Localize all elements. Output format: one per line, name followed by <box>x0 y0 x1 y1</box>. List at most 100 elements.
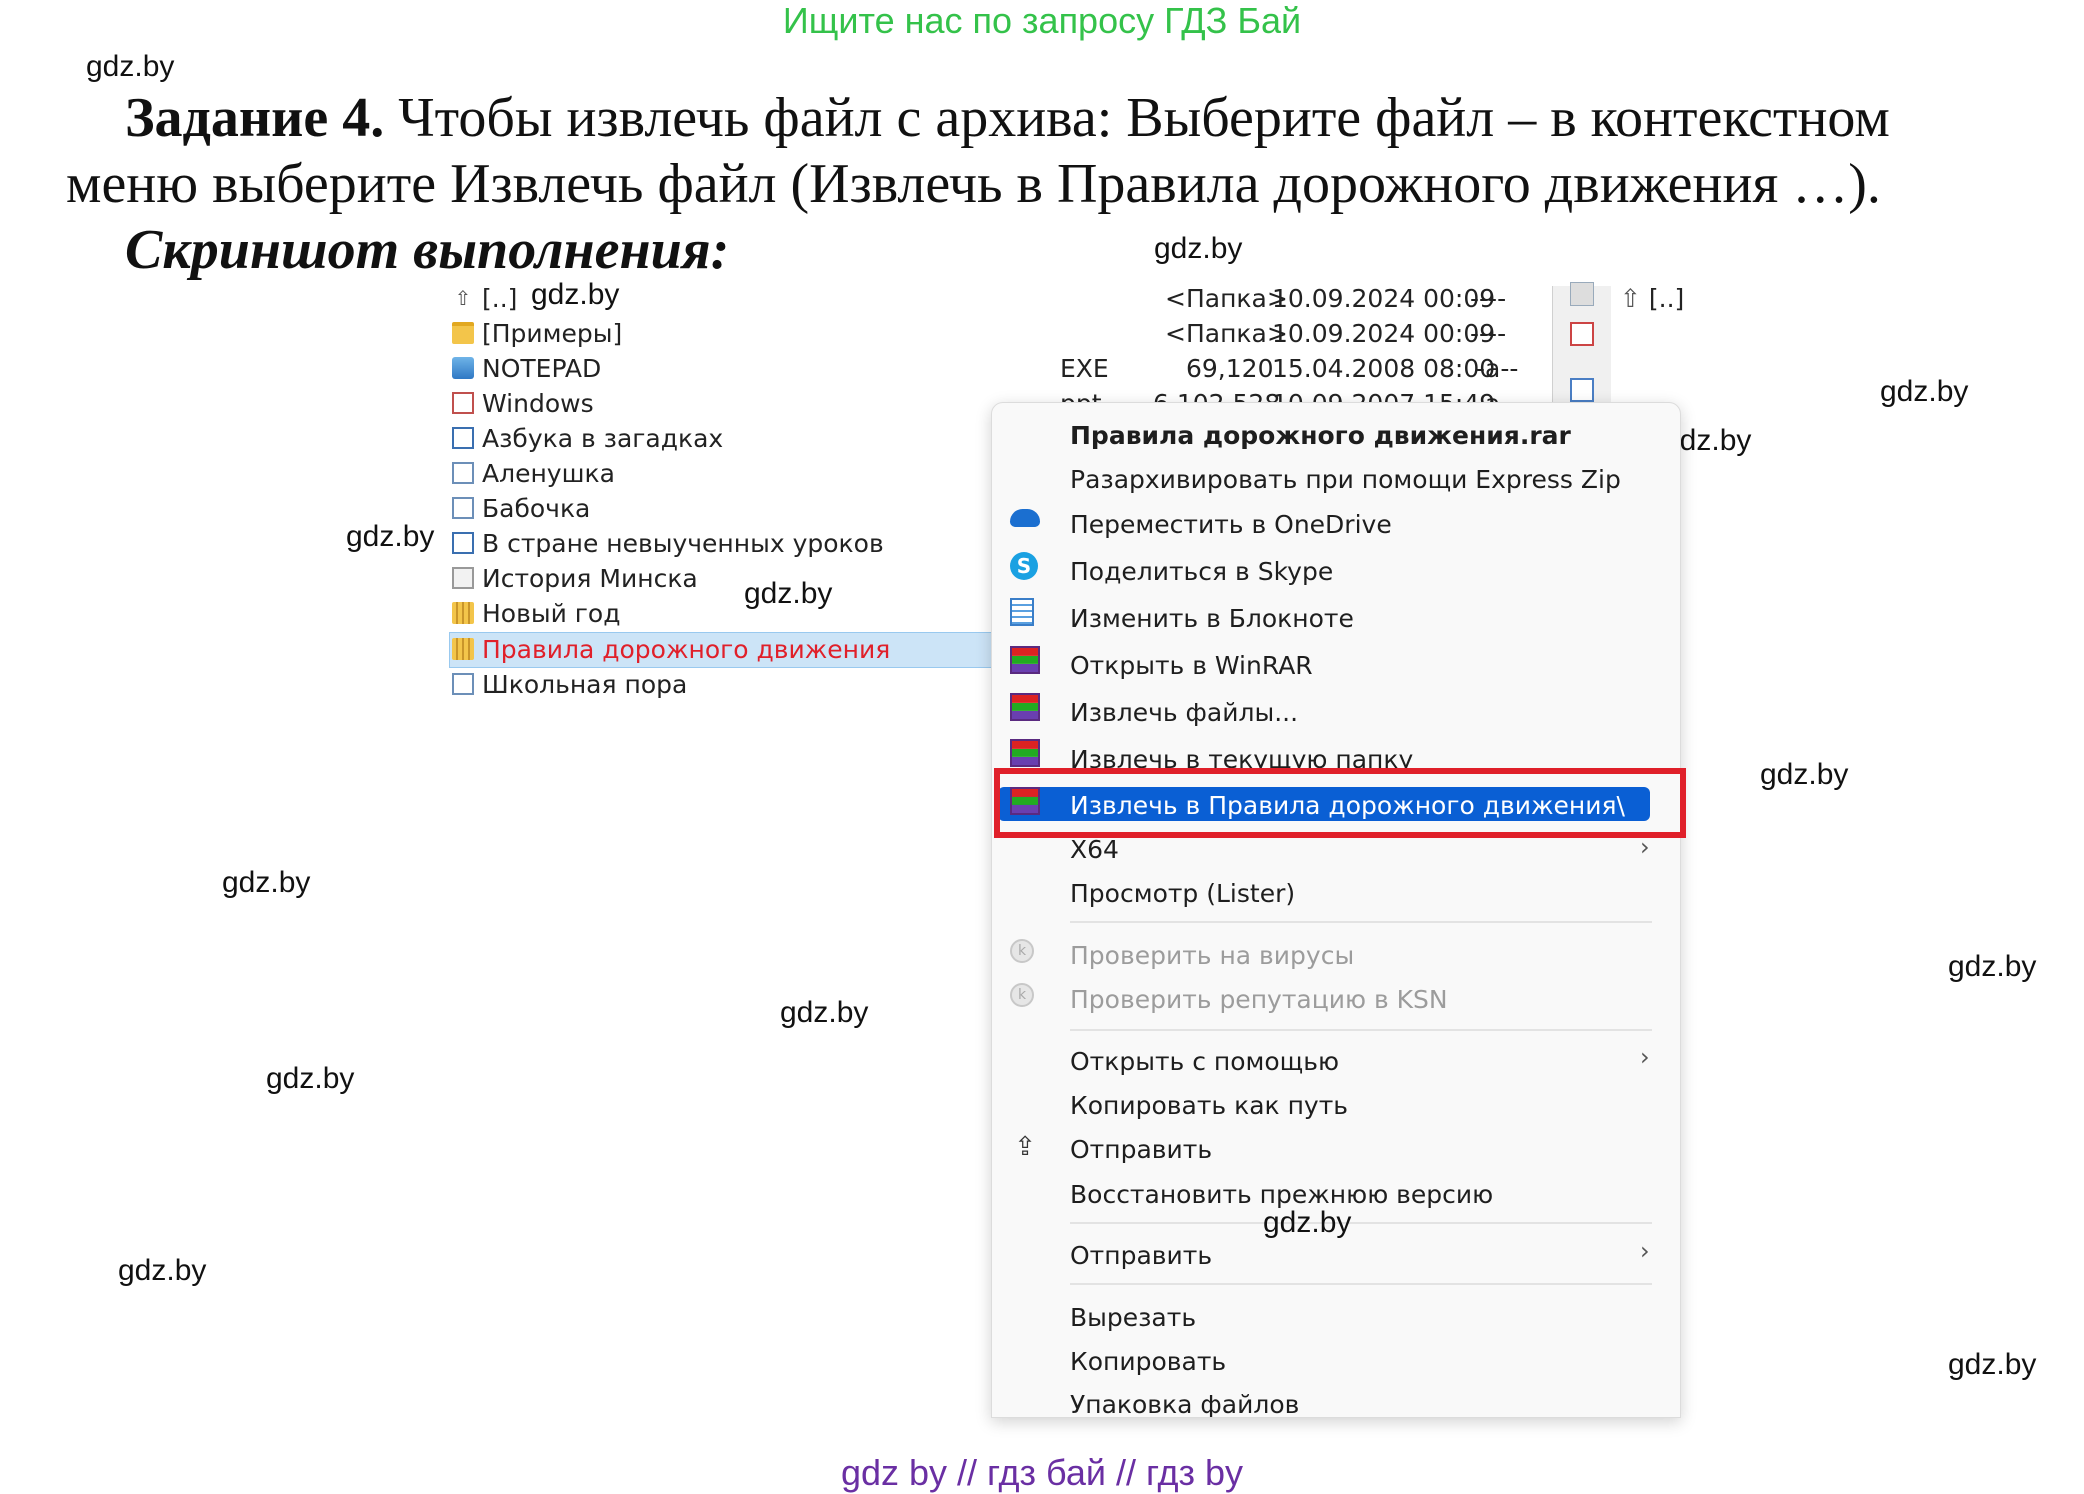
menu-item-send-to[interactable]: Отправить <box>1070 1241 1212 1270</box>
task-text-line1: Задание 4. Чтобы извлечь файл с архива: … <box>125 86 1890 150</box>
edit-file-icon[interactable] <box>1570 322 1594 346</box>
file-name: Школьная пора <box>482 669 688 699</box>
chevron-right-icon: › <box>1640 1043 1650 1071</box>
toolbar-icon[interactable] <box>1570 282 1594 306</box>
watermark: gdz.by <box>1880 375 1969 408</box>
watermark: gdz.by <box>118 1254 207 1287</box>
up-label: [..] <box>1648 284 1685 313</box>
menu-item-open-winrar[interactable]: Открыть в WinRAR <box>1070 651 1313 680</box>
menu-item-extract-files[interactable]: Извлечь файлы... <box>1070 698 1298 727</box>
winrar-icon <box>1010 739 1040 767</box>
notepad-icon <box>1010 598 1034 626</box>
file-name: В стране невыученных уроков <box>482 528 884 558</box>
document-icon <box>452 673 474 695</box>
footer-text: gdz by // гдз бай // гдз by <box>840 1452 1244 1493</box>
date-cell: 10.09.2024 00:09 <box>1272 284 1496 313</box>
file-name: Азбука в загадках <box>482 423 724 453</box>
attr-cell: ---- <box>1470 319 1507 348</box>
file-name: Бабочка <box>482 493 591 523</box>
watermark: gdz.by <box>780 996 869 1029</box>
size-cell: 69,120 <box>1186 354 1274 383</box>
document-icon <box>452 392 474 414</box>
file-name: [Примеры] <box>482 318 623 348</box>
kaspersky-icon: k <box>1010 939 1034 963</box>
file-row[interactable]: В стране невыученных уроков <box>452 526 884 560</box>
winrar-icon <box>1010 693 1040 721</box>
menu-item-share[interactable]: Отправить <box>1070 1135 1212 1164</box>
menu-item-lister[interactable]: Просмотр (Lister) <box>1070 879 1295 908</box>
menu-item-skype[interactable]: Поделиться в Skype <box>1070 557 1333 586</box>
file-name: Правила дорожного движения <box>482 634 891 664</box>
kaspersky-icon: k <box>1010 983 1034 1007</box>
attr-cell: -a-- <box>1476 354 1519 383</box>
file-row[interactable]: Windows <box>452 386 594 420</box>
date-cell: 10.09.2024 00:09 <box>1272 319 1496 348</box>
watermark: gdz.by <box>346 520 435 553</box>
watermark: gdz.by <box>86 50 175 83</box>
menu-separator <box>1070 1029 1652 1031</box>
up-icon: ⇧ <box>454 286 472 310</box>
document-icon <box>452 427 474 449</box>
document-icon <box>452 532 474 554</box>
file-row[interactable]: Бабочка <box>452 491 590 525</box>
menu-item-pack[interactable]: Упаковка файлов <box>1070 1390 1299 1417</box>
winrar-icon <box>1010 646 1040 674</box>
task-text: Чтобы извлечь файл с архива: Выберите фа… <box>398 87 1890 149</box>
top-banner: Ищите нас по запросу ГДЗ Бай <box>782 0 1302 41</box>
skype-icon: S <box>1010 552 1038 580</box>
menu-separator <box>1070 921 1652 923</box>
watermark: gdz.by <box>1760 758 1849 791</box>
file-row-selected[interactable]: Правила дорожного движения <box>452 632 890 666</box>
watermark: gdz.by <box>744 577 833 610</box>
copy-file-icon[interactable] <box>1570 378 1594 402</box>
size-cell: <Папка> <box>1165 284 1288 313</box>
menu-item-copy[interactable]: Копировать <box>1070 1347 1226 1376</box>
watermark: gdz.by <box>1263 1206 1352 1239</box>
file-row[interactable]: [Примеры] <box>452 316 622 350</box>
file-name: [..] <box>482 283 518 313</box>
share-icon: ⇪ <box>1014 1132 1036 1162</box>
file-name: Аленушка <box>482 458 615 488</box>
menu-item-notepad[interactable]: Изменить в Блокноте <box>1070 604 1354 633</box>
menu-item-onedrive[interactable]: Переместить в OneDrive <box>1070 510 1392 539</box>
file-row[interactable]: NOTEPAD <box>452 351 601 385</box>
task-label: Задание 4. <box>125 87 385 149</box>
size-cell: <Папка> <box>1165 319 1288 348</box>
menu-item-ksn-check[interactable]: Проверить репутацию в KSN <box>1070 985 1448 1014</box>
exe-icon <box>452 357 474 379</box>
file-name: Windows <box>482 388 594 418</box>
watermark: gdz.by <box>1154 232 1243 265</box>
document-icon <box>452 497 474 519</box>
up-icon: ⇧ <box>1620 284 1641 313</box>
file-row[interactable]: История Минска <box>452 561 698 595</box>
watermark: gdz.by <box>266 1062 355 1095</box>
attr-cell: ---- <box>1470 284 1507 313</box>
watermark: gdz.by <box>222 866 311 899</box>
context-menu: Правила дорожного движения.rar Разархиви… <box>991 402 1681 1418</box>
menu-item-copy-path[interactable]: Копировать как путь <box>1070 1091 1348 1120</box>
file-row[interactable]: ⇧ [..] <box>452 281 518 315</box>
file-row[interactable]: Аленушка <box>452 456 615 490</box>
menu-item-virus-check[interactable]: Проверить на вирусы <box>1070 941 1354 970</box>
folder-icon <box>452 322 474 344</box>
watermark: gdz.by <box>1948 950 2037 983</box>
file-name: История Минска <box>482 563 698 593</box>
file-row[interactable]: Азбука в загадках <box>452 421 723 455</box>
menu-separator <box>1070 1283 1652 1285</box>
file-row[interactable]: Школьная пора <box>452 667 687 701</box>
right-panel-up[interactable]: ⇧ [..] <box>1620 284 1684 313</box>
file-row[interactable]: Новый год <box>452 596 620 630</box>
file-name: NOTEPAD <box>482 353 602 383</box>
onedrive-icon <box>1010 509 1040 527</box>
menu-item-cut[interactable]: Вырезать <box>1070 1303 1196 1332</box>
ext-cell: EXE <box>1060 354 1109 383</box>
screenshot-caption: Скриншот выполнения: <box>125 219 730 281</box>
menu-item-open-with[interactable]: Открыть с помощью <box>1070 1047 1339 1076</box>
menu-item-x64[interactable]: X64 <box>1070 835 1119 864</box>
menu-item-express-zip[interactable]: Разархивировать при помощи Express Zip <box>1070 465 1621 494</box>
watermark: gdz.by <box>1948 1348 2037 1381</box>
date-cell: 15.04.2008 08:00 <box>1272 354 1496 383</box>
document-icon <box>452 462 474 484</box>
text-file-icon <box>452 567 474 589</box>
menu-item-restore[interactable]: Восстановить прежнюю версию <box>1070 1180 1493 1209</box>
